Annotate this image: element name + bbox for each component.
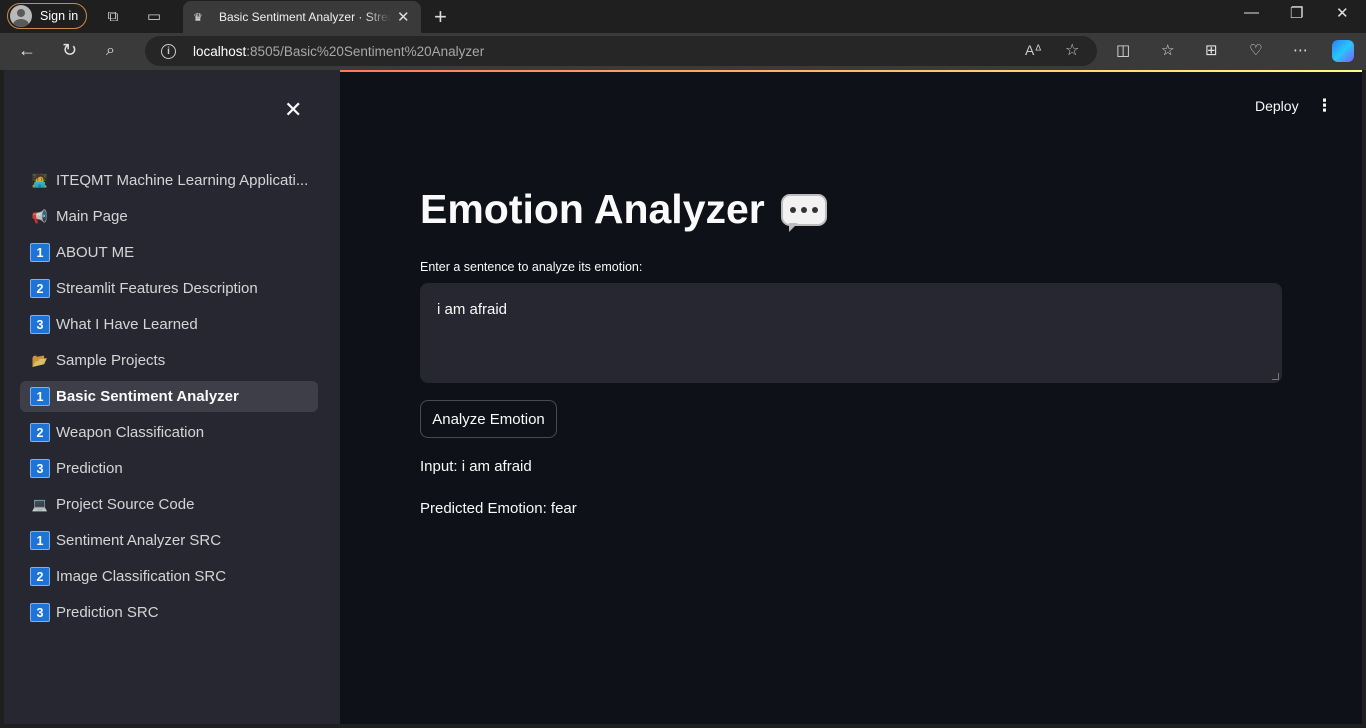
sidebar-item[interactable]: 3 What I Have Learned xyxy=(20,309,318,340)
address-bar[interactable]: i localhost:8505/Basic%20Sentiment%20Ana… xyxy=(145,36,1097,66)
streamlit-favicon-icon: ♛ xyxy=(193,11,203,24)
emoji-icon: 📢 xyxy=(31,208,49,224)
sign-in-button[interactable]: Sign in xyxy=(7,3,87,29)
emoji-icon: 🧑‍💻 xyxy=(31,172,49,188)
result-emotion-text: Predicted Emotion: fear xyxy=(420,500,577,517)
tab-close-icon[interactable]: ✕ xyxy=(397,8,410,26)
address-row: ← ↻ ⌕ i localhost:8505/Basic%20Sentiment… xyxy=(0,33,1366,70)
keycap-number-icon: 2 xyxy=(30,423,50,442)
keycap-number-icon: 1 xyxy=(30,387,50,406)
keycap-number-icon: 3 xyxy=(30,603,50,622)
main-content: Deploy ⋮ Emotion Analyzer Enter a senten… xyxy=(340,70,1362,724)
search-icon[interactable]: ⌕ xyxy=(106,42,115,60)
resize-handle-icon[interactable] xyxy=(1272,373,1279,380)
streamlit-page: ✕ 🧑‍💻 ITEQMT Machine Learning Applicati..… xyxy=(4,70,1362,724)
keycap-number-icon: 1 xyxy=(30,531,50,550)
speech-balloon-icon xyxy=(780,193,827,232)
tab-bar: Sign in ⧉ ▭ ♛ Basic Sentiment Analyzer ·… xyxy=(0,0,1366,33)
tab-title: Basic Sentiment Analyzer · Streamlit xyxy=(219,10,391,24)
sidebar-item-label: Weapon Classification xyxy=(56,424,205,441)
sidebar: ✕ 🧑‍💻 ITEQMT Machine Learning Applicati..… xyxy=(4,70,340,724)
sidebar-item[interactable]: 📢 Main Page xyxy=(20,201,318,232)
analyze-emotion-button[interactable]: Analyze Emotion xyxy=(420,400,557,438)
favorite-star-icon[interactable]: ☆ xyxy=(1065,40,1079,60)
avatar-icon xyxy=(10,5,32,27)
sidebar-item-label: Prediction SRC xyxy=(56,604,159,621)
result-input-text: Input: i am afraid xyxy=(420,458,532,475)
page-title: Emotion Analyzer xyxy=(420,186,765,232)
settings-more-icon[interactable]: ⋯ xyxy=(1293,41,1308,59)
input-label: Enter a sentence to analyze its emotion: xyxy=(420,260,643,274)
sidebar-item-label: Prediction xyxy=(56,460,123,477)
sidebar-item[interactable]: 3 Prediction SRC xyxy=(20,597,318,628)
sidebar-item[interactable]: 2 Streamlit Features Description xyxy=(20,273,318,304)
sidebar-item-label: What I Have Learned xyxy=(56,316,198,333)
sidebar-item-label: ITEQMT Machine Learning Applicati... xyxy=(56,172,309,189)
sidebar-item[interactable]: 📂 Sample Projects xyxy=(20,345,318,376)
sentence-textarea[interactable]: i am afraid xyxy=(420,283,1282,383)
browser-essentials-icon[interactable]: ♡ xyxy=(1249,41,1262,59)
sidebar-item-label: Image Classification SRC xyxy=(56,568,227,585)
main-menu-icon[interactable]: ⋮ xyxy=(1316,96,1333,116)
sidebar-item-label: Sample Projects xyxy=(56,352,166,369)
sidebar-item[interactable]: 2 Image Classification SRC xyxy=(20,561,318,592)
copilot-icon[interactable] xyxy=(1332,40,1354,62)
sidebar-nav: 🧑‍💻 ITEQMT Machine Learning Applicati... 📢… xyxy=(20,165,318,633)
sidebar-item[interactable]: 1 Basic Sentiment Analyzer xyxy=(20,381,318,412)
emoji-icon: 📂 xyxy=(31,352,49,368)
page-title-wrap: Emotion Analyzer xyxy=(420,186,827,233)
url-host: localhost xyxy=(193,43,247,59)
keycap-number-icon: 2 xyxy=(30,279,50,298)
restore-icon[interactable]: ❐ xyxy=(1290,4,1303,22)
sidebar-item-label: Main Page xyxy=(56,208,128,225)
collections-icon[interactable]: ⊞ xyxy=(1205,41,1218,59)
window-close-icon[interactable]: ✕ xyxy=(1336,4,1349,22)
keycap-number-icon: 3 xyxy=(30,315,50,334)
deploy-button[interactable]: Deploy xyxy=(1255,98,1299,114)
sidebar-item[interactable]: 2 Weapon Classification xyxy=(20,417,318,448)
sidebar-close-icon[interactable]: ✕ xyxy=(284,97,302,123)
textarea-value: i am afraid xyxy=(437,301,508,318)
tab-actions-icon[interactable]: ▭ xyxy=(144,6,164,26)
favorites-icon[interactable]: ☆ xyxy=(1161,41,1174,59)
refresh-icon[interactable]: ↻ xyxy=(62,40,77,61)
sidebar-item-label: Basic Sentiment Analyzer xyxy=(56,388,239,405)
sidebar-item[interactable]: 3 Prediction xyxy=(20,453,318,484)
minimize-icon[interactable]: — xyxy=(1244,4,1259,21)
sidebar-item-label: Sentiment Analyzer SRC xyxy=(56,532,222,549)
site-info-icon[interactable]: i xyxy=(161,43,176,59)
keycap-number-icon: 1 xyxy=(30,243,50,262)
sidebar-item[interactable]: 🧑‍💻 ITEQMT Machine Learning Applicati... xyxy=(20,165,318,196)
sidebar-item[interactable]: 1 Sentiment Analyzer SRC xyxy=(20,525,318,556)
sidebar-item[interactable]: 1 ABOUT ME xyxy=(20,237,318,268)
url-path: :8505/Basic%20Sentiment%20Analyzer xyxy=(246,43,485,59)
sidebar-item[interactable]: 💻 Project Source Code xyxy=(20,489,318,520)
back-icon[interactable]: ← xyxy=(18,40,36,61)
keycap-number-icon: 2 xyxy=(30,567,50,586)
sidebar-item-label: Streamlit Features Description xyxy=(56,280,258,297)
sidebar-item-label: ABOUT ME xyxy=(56,244,135,261)
sign-in-label: Sign in xyxy=(40,9,79,23)
read-aloud-icon[interactable]: A͏ᐞ xyxy=(1025,42,1042,59)
workspaces-icon[interactable]: ⧉ xyxy=(103,6,123,26)
keycap-number-icon: 3 xyxy=(30,459,50,478)
emoji-icon: 💻 xyxy=(31,496,49,512)
sidebar-item-label: Project Source Code xyxy=(56,496,195,513)
new-tab-icon[interactable]: + xyxy=(434,4,447,30)
split-screen-icon[interactable]: ◫ xyxy=(1116,41,1130,59)
browser-window: Sign in ⧉ ▭ ♛ Basic Sentiment Analyzer ·… xyxy=(0,0,1366,728)
browser-tab[interactable]: ♛ Basic Sentiment Analyzer · Streamlit ✕ xyxy=(183,1,421,33)
